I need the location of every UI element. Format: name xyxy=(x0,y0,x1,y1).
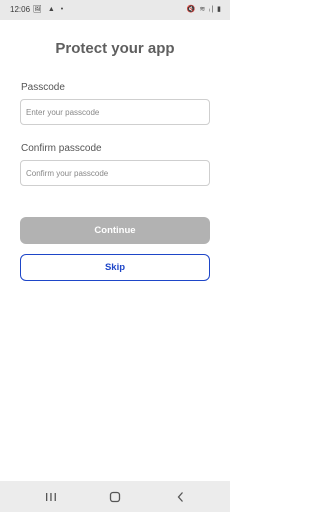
back-icon[interactable] xyxy=(174,490,188,504)
continue-button[interactable]: Continue xyxy=(20,217,210,244)
passcode-input[interactable] xyxy=(20,99,210,125)
confirm-passcode-label: Confirm passcode xyxy=(21,143,102,154)
confirm-passcode-input[interactable] xyxy=(20,160,210,186)
passcode-label: Passcode xyxy=(21,82,65,93)
recent-apps-icon[interactable] xyxy=(44,490,58,504)
system-status-icons: 🔇 ≋ ᵢ| ▮ xyxy=(186,6,222,13)
status-bar: 12:06 🖼 ▲ • 🔇 ≋ ᵢ| ▮ xyxy=(0,0,230,20)
skip-button[interactable]: Skip xyxy=(20,254,210,281)
navigation-bar xyxy=(0,481,230,512)
page-title: Protect your app xyxy=(55,40,175,57)
status-time: 12:06 xyxy=(10,5,31,14)
home-icon[interactable] xyxy=(108,490,122,504)
notification-icons: 🖼 ▲ • xyxy=(33,6,66,13)
